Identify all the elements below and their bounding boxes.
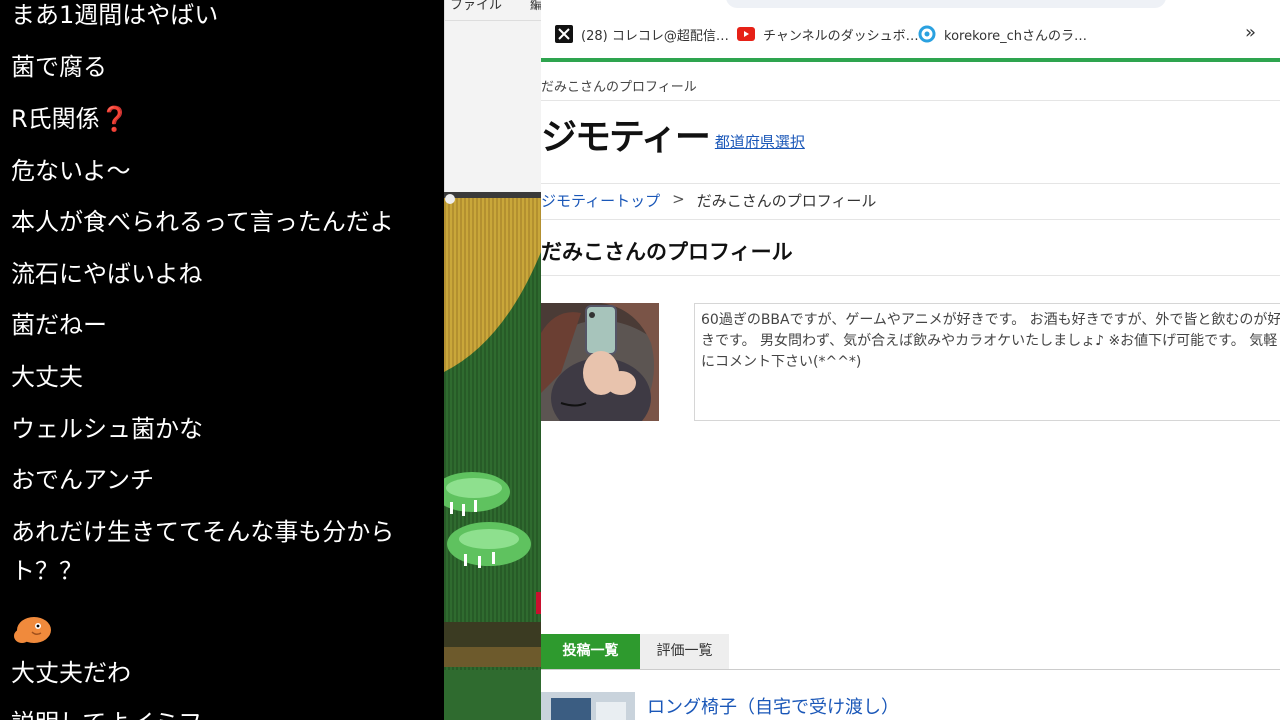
bookmarks-bar: (28) コレコレ@超配信… チャンネルのダッシュボ… korekore_chさ… xyxy=(541,16,1280,52)
divider xyxy=(541,219,1280,220)
breadcrumb-current: だみこさんのプロフィール xyxy=(696,192,877,210)
chat-message: R氏関係❓ xyxy=(11,104,130,134)
listing-title-link[interactable]: ロング椅子（自宅で受け渡し） xyxy=(647,693,899,719)
youtube-icon xyxy=(737,25,755,43)
site-header: ジモティー 都道府県選択 xyxy=(541,116,805,160)
chat-message: 大丈夫だわ xyxy=(11,659,131,687)
chat-message: 説明してよイミフ xyxy=(11,708,202,720)
chat-message: ウェルシュ菌かな xyxy=(11,415,203,443)
menu-file[interactable]: ファイル xyxy=(450,0,502,13)
chat-overlay: まあ1週間はやばい 菌で腐る R氏関係❓ 危ないよ〜 本人が食べられるって言った… xyxy=(0,0,444,720)
divider xyxy=(541,183,1280,184)
profile-avatar xyxy=(541,303,659,421)
chat-message-text: R氏関係 xyxy=(11,105,100,133)
chat-message: 危ないよ〜 xyxy=(11,157,131,185)
chat-message: 本人が食べられるって言ったんだよ xyxy=(11,208,394,236)
site-logo[interactable]: ジモティー xyxy=(541,116,711,160)
bookmark-label: korekore_chさんのラ… xyxy=(944,28,1088,44)
profile-tabs: 投稿一覧 評価一覧 xyxy=(541,634,1280,670)
chat-message: まあ1週間はやばい xyxy=(11,1,219,29)
bookmark-label: チャンネルのダッシュボ… xyxy=(763,28,919,44)
twitcasting-icon xyxy=(918,25,936,43)
pixel-game-scene xyxy=(444,192,541,720)
background-window xyxy=(444,0,542,192)
breadcrumb: ジモティートップ > だみこさんのプロフィール xyxy=(541,190,876,211)
chat-message: あれだけ生きててそんな事も分から xyxy=(11,518,395,546)
region-select-link[interactable]: 都道府県選択 xyxy=(715,131,805,152)
breadcrumb-separator: > xyxy=(672,190,685,208)
question-mark-emoji-icon: ❓ xyxy=(99,105,130,133)
bookmark-twitcasting[interactable]: korekore_chさんのラ… xyxy=(918,24,1087,44)
chat-message: おでんアンチ xyxy=(11,466,155,494)
chat-message-continued: ト？？ xyxy=(11,557,83,585)
bookmarks-overflow-button[interactable]: » xyxy=(1245,22,1256,43)
bookmark-label: (28) コレコレ@超配信… xyxy=(581,28,729,44)
game-screen xyxy=(444,192,541,720)
divider xyxy=(541,100,1280,101)
chat-message: 菌だねー xyxy=(11,311,107,339)
profile-bio: 60過ぎのBBAですが、ゲームやアニメが好きです。 お酒も好きですが、外で皆と飲… xyxy=(694,303,1280,421)
browser-window: (28) コレコレ@超配信… チャンネルのダッシュボ… korekore_chさ… xyxy=(541,0,1280,720)
site-accent-bar xyxy=(541,58,1280,62)
divider xyxy=(541,275,1280,276)
bookmark-x[interactable]: (28) コレコレ@超配信… xyxy=(555,24,729,44)
x-logo-icon xyxy=(555,25,573,43)
page-header-title: だみこさんのプロフィール xyxy=(541,80,697,95)
listing-thumbnail[interactable] xyxy=(541,692,635,720)
chat-message: 菌で腐る xyxy=(11,53,107,81)
tab-reviews[interactable]: 評価一覧 xyxy=(640,634,729,669)
address-bar[interactable] xyxy=(726,0,1166,8)
chat-message: 流石にやばいよね xyxy=(11,260,203,288)
menu-divider xyxy=(444,20,541,21)
tab-posts[interactable]: 投稿一覧 xyxy=(541,634,640,669)
bookmark-youtube[interactable]: チャンネルのダッシュボ… xyxy=(737,24,919,44)
mascot-stamp-icon xyxy=(14,617,51,643)
breadcrumb-home-link[interactable]: ジモティートップ xyxy=(541,190,660,211)
profile-title: だみこさんのプロフィール xyxy=(541,240,793,264)
chat-message: 大丈夫 xyxy=(11,363,83,391)
